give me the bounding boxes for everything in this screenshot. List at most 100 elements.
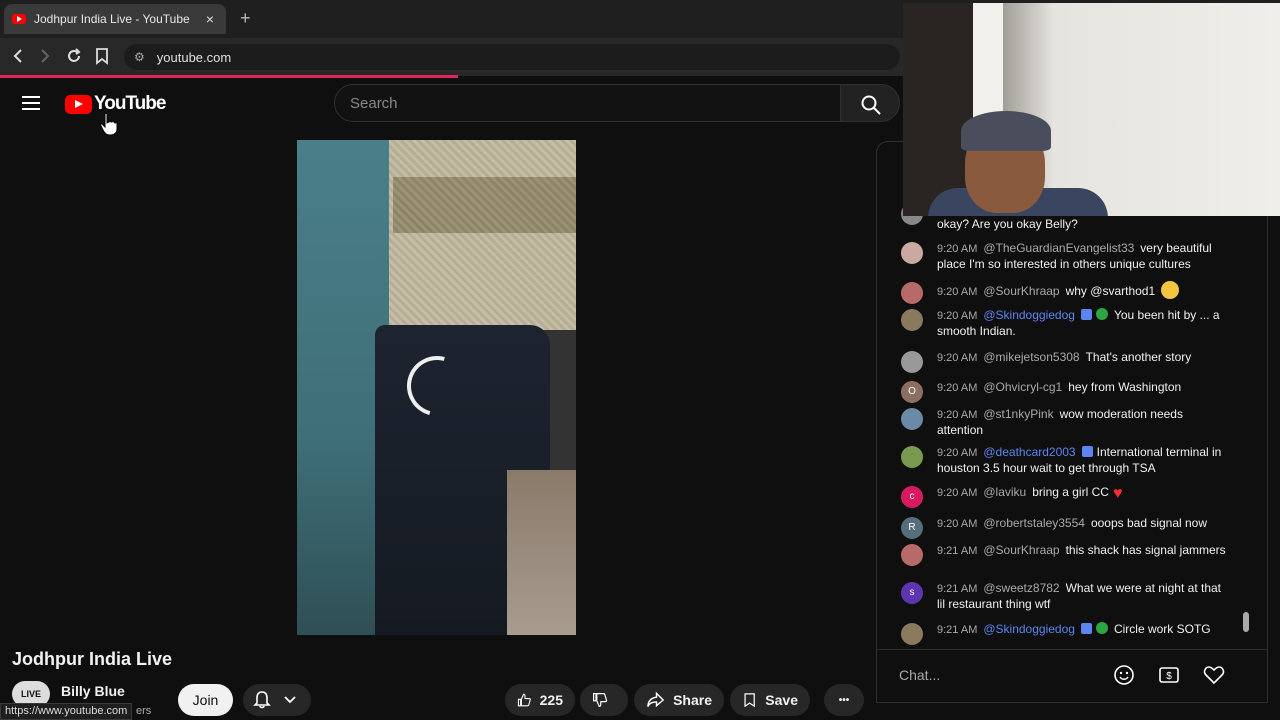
- chat-message: 9:20 AM @TheGuardianEvangelist33 very beau…: [901, 241, 1231, 272]
- chat-avatar[interactable]: [901, 544, 923, 566]
- heart-icon[interactable]: [1203, 664, 1225, 686]
- bookmark-icon[interactable]: [92, 46, 112, 66]
- chat-avatar[interactable]: [901, 309, 923, 331]
- thumbs-up-icon: [517, 693, 531, 707]
- chat-message-body: 9:20 AM @st1nkyPink wow moderation needs a…: [937, 407, 1231, 438]
- forward-arrow-icon[interactable]: [35, 46, 55, 66]
- chat-author[interactable]: @SourKhraap: [983, 543, 1059, 557]
- member-badge-icon: [1095, 622, 1108, 634]
- chat-avatar[interactable]: [901, 446, 923, 468]
- search-button[interactable]: [840, 84, 900, 122]
- chat-message: 9:20 AM @st1nkyPink wow moderation needs a…: [901, 407, 1231, 438]
- search-input[interactable]: Search: [334, 84, 842, 122]
- chat-avatar[interactable]: R: [901, 517, 923, 539]
- svg-text:$: $: [1166, 671, 1172, 682]
- chat-author[interactable]: @deathcard2003: [983, 445, 1075, 459]
- like-count: 225: [539, 692, 563, 708]
- chat-text: this shack has signal jammers: [1065, 543, 1226, 557]
- chat-input-placeholder: Chat...: [899, 667, 941, 683]
- share-button[interactable]: Share: [634, 684, 724, 716]
- chat-author[interactable]: @sweetz8782: [983, 581, 1059, 595]
- webcam-closet: [903, 3, 973, 216]
- chat-message: 9:20 AM @SourKhraap why @svarthod1: [901, 281, 1231, 304]
- share-icon: [647, 691, 665, 708]
- join-button[interactable]: Join: [178, 684, 233, 716]
- chat-scrollbar[interactable]: [1243, 612, 1249, 632]
- menu-icon[interactable]: [22, 96, 40, 114]
- chat-author[interactable]: @Skindoggiedog: [983, 622, 1075, 636]
- chat-avatar[interactable]: [901, 623, 923, 645]
- chat-message-body: 9:20 AM @Ohvicryl-cg1 hey from Washington: [937, 380, 1231, 396]
- tab-close-icon[interactable]: ×: [202, 11, 218, 27]
- status-bar-url: https://www.youtube.com: [0, 703, 133, 720]
- video-title: Jodhpur India Live: [12, 649, 173, 669]
- chat-message-body: 9:20 AM @robertstaley3554 ooops bad signal…: [937, 516, 1231, 532]
- save-icon: [744, 693, 755, 708]
- channel-name[interactable]: Billy Blue: [61, 683, 125, 699]
- chat-author[interactable]: @SourKhraap: [983, 284, 1059, 298]
- like-button[interactable]: 225: [505, 684, 575, 716]
- url-text: youtube.com: [156, 49, 232, 65]
- chat-text: That's another story: [1085, 350, 1192, 364]
- chat-message-body: okay? Are you okay Belly?: [937, 217, 1231, 232]
- chat-author[interactable]: @robertstaley3554: [983, 516, 1085, 530]
- chat-author[interactable]: @laviku: [983, 485, 1026, 499]
- chat-message: c 9:20 AM @laviku bring a girl CC ♥: [901, 485, 1231, 508]
- chat-divider: [877, 649, 1267, 650]
- chat-author[interactable]: @TheGuardianEvangelist33: [983, 241, 1134, 255]
- webcam-overlay: [903, 3, 1280, 216]
- chat-timestamp: 9:20 AM: [937, 487, 978, 499]
- notification-bell-button[interactable]: [243, 684, 311, 716]
- new-tab-button[interactable]: +: [240, 8, 251, 29]
- moderator-badge-icon: [1081, 446, 1093, 457]
- chat-avatar[interactable]: O: [901, 381, 923, 403]
- chat-author[interactable]: @mikejetson5308: [983, 350, 1079, 364]
- chat-text: International terminal in houston 3.5 ho…: [937, 445, 1222, 475]
- chat-avatar[interactable]: [901, 408, 923, 430]
- chat-message: s 9:21 AM @sweetz8782 What we were at night…: [901, 581, 1231, 612]
- chat-timestamp: 9:20 AM: [937, 382, 978, 394]
- chat-timestamp: 9:21 AM: [937, 583, 978, 595]
- chat-text: You been hit by ... a smooth Indian.: [937, 308, 1220, 338]
- save-button[interactable]: Save: [730, 684, 810, 716]
- webcam-person-cap: [961, 111, 1051, 151]
- chat-text: bring a girl CC: [1032, 485, 1109, 499]
- chat-message: 9:20 AM @Skindoggiedog You been hit by ...…: [901, 308, 1231, 339]
- back-arrow-icon[interactable]: [8, 46, 28, 66]
- chat-timestamp: 9:20 AM: [937, 243, 978, 255]
- chat-text: ooops bad signal now: [1090, 516, 1208, 530]
- search-placeholder: Search: [350, 94, 398, 112]
- more-actions-button[interactable]: •••: [824, 684, 864, 716]
- super-chat-icon[interactable]: $: [1158, 664, 1180, 686]
- screen: Jodhpur India Live - YouTube × + ⚙ youtu…: [0, 0, 1280, 720]
- chat-message-body: 9:21 AM @sweetz8782 What we were at night …: [937, 581, 1231, 612]
- address-bar[interactable]: ⚙ youtube.com: [124, 44, 900, 70]
- save-label: Save: [765, 692, 798, 708]
- chat-author[interactable]: @Ohvicryl-cg1: [983, 380, 1062, 394]
- video-frame-shirt-band: [393, 177, 576, 233]
- chat-input[interactable]: Chat...: [899, 660, 1131, 690]
- emoji-icon[interactable]: [1113, 664, 1135, 686]
- chat-avatar[interactable]: c: [901, 486, 923, 508]
- chat-timestamp: 9:20 AM: [937, 409, 978, 421]
- chat-author[interactable]: @Skindoggiedog: [983, 308, 1075, 322]
- youtube-play-icon: [65, 94, 92, 114]
- red-heart-emoji-icon: ♥: [1112, 485, 1123, 502]
- browser-tab[interactable]: Jodhpur India Live - YouTube ×: [4, 4, 226, 34]
- laughing-emoji-icon: [1161, 281, 1180, 299]
- chat-avatar[interactable]: s: [901, 582, 923, 604]
- reload-icon[interactable]: [64, 46, 84, 66]
- chat-text: Circle work SOTG: [1113, 622, 1211, 636]
- bell-icon: [253, 691, 271, 709]
- site-settings-icon[interactable]: ⚙: [134, 50, 145, 64]
- chat-avatar[interactable]: [901, 351, 923, 373]
- chat-message-body: 9:20 AM @SourKhraap why @svarthod1: [937, 281, 1231, 300]
- chat-message-body: 9:20 AM @mikejetson5308 That's another sto…: [937, 350, 1231, 366]
- member-badge-icon: [1095, 308, 1108, 320]
- chat-author[interactable]: @st1nkyPink: [983, 407, 1053, 421]
- chat-avatar[interactable]: [901, 242, 923, 264]
- dislike-button[interactable]: [580, 684, 628, 716]
- chat-avatar[interactable]: [901, 282, 923, 304]
- video-frame-floor: [507, 470, 576, 635]
- search-icon: [861, 95, 881, 115]
